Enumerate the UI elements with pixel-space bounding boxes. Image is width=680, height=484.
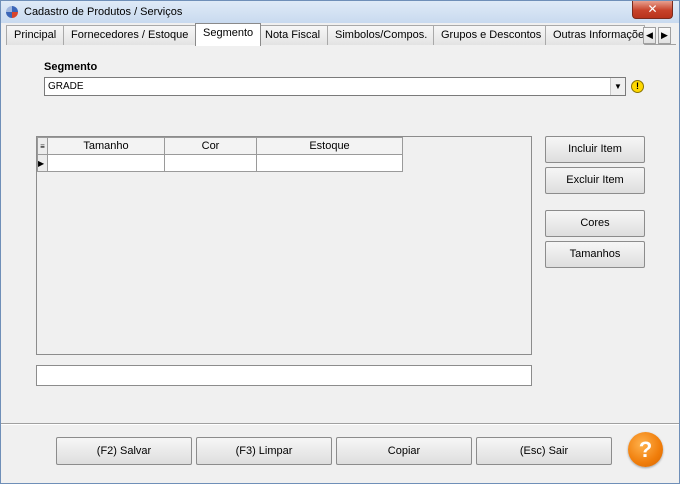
row-indicator-icon: ▶ xyxy=(37,154,48,172)
cell-cor[interactable] xyxy=(164,154,257,172)
tab-scroll-left-icon[interactable]: ◀ xyxy=(643,27,656,44)
tab-grupos-descontos[interactable]: Grupos e Descontos xyxy=(433,25,550,45)
cell-estoque[interactable] xyxy=(256,154,403,172)
limpar-button[interactable]: (F3) Limpar xyxy=(196,437,332,465)
tab-simbolos-compos[interactable]: Simbolos/Compos. xyxy=(327,25,436,45)
segmento-select[interactable]: GRADE ▼ xyxy=(44,77,626,96)
cell-tamanho[interactable] xyxy=(47,154,165,172)
warning-icon: ! xyxy=(631,80,644,93)
product-register-window: Cadastro de Produtos / Serviços ✕ Princi… xyxy=(0,0,680,484)
window-title: Cadastro de Produtos / Serviços xyxy=(24,6,183,18)
excluir-item-button[interactable]: Excluir Item xyxy=(545,167,645,194)
tab-nota-fiscal[interactable]: Nota Fiscal xyxy=(257,25,329,45)
grade-grid[interactable]: ≡ Tamanho Cor Estoque ▶ xyxy=(36,136,532,355)
tab-segmento[interactable]: Segmento xyxy=(195,23,262,46)
grid-corner-icon[interactable]: ≡ xyxy=(37,137,48,155)
segmento-selected-value: GRADE xyxy=(48,81,84,92)
help-icon[interactable]: ? xyxy=(628,432,663,467)
column-header-tamanho[interactable]: Tamanho xyxy=(47,137,165,155)
salvar-button[interactable]: (F2) Salvar xyxy=(56,437,192,465)
grid-status-box xyxy=(36,365,532,386)
grade-table: ≡ Tamanho Cor Estoque ▶ xyxy=(37,137,403,172)
tab-scroll-right-icon[interactable]: ▶ xyxy=(658,27,671,44)
table-row: ▶ xyxy=(37,154,403,172)
segmento-label: Segmento xyxy=(44,61,98,73)
app-icon xyxy=(6,6,18,18)
column-header-cor[interactable]: Cor xyxy=(164,137,257,155)
tab-fornecedores-estoque[interactable]: Fornecedores / Estoque xyxy=(63,25,197,45)
tab-principal[interactable]: Principal xyxy=(6,25,65,45)
incluir-item-button[interactable]: Incluir Item xyxy=(545,136,645,163)
close-button[interactable]: ✕ xyxy=(632,1,673,19)
tab-strip: Principal Fornecedores / Estoque Segment… xyxy=(6,23,676,46)
copiar-button[interactable]: Copiar xyxy=(336,437,472,465)
tab-outras-informacoes[interactable]: Outras Informações xyxy=(545,25,645,45)
footer-separator xyxy=(1,423,679,425)
segmento-tab-page: Segmento GRADE ▼ ! ≡ Tamanho Cor Estoque… xyxy=(6,45,676,423)
cores-button[interactable]: Cores xyxy=(545,210,645,237)
tamanhos-button[interactable]: Tamanhos xyxy=(545,241,645,268)
chevron-down-icon[interactable]: ▼ xyxy=(610,78,625,95)
sair-button[interactable]: (Esc) Sair xyxy=(476,437,612,465)
grid-header-row: ≡ Tamanho Cor Estoque xyxy=(37,137,403,155)
column-header-estoque[interactable]: Estoque xyxy=(256,137,403,155)
title-bar: Cadastro de Produtos / Serviços ✕ xyxy=(1,1,679,23)
